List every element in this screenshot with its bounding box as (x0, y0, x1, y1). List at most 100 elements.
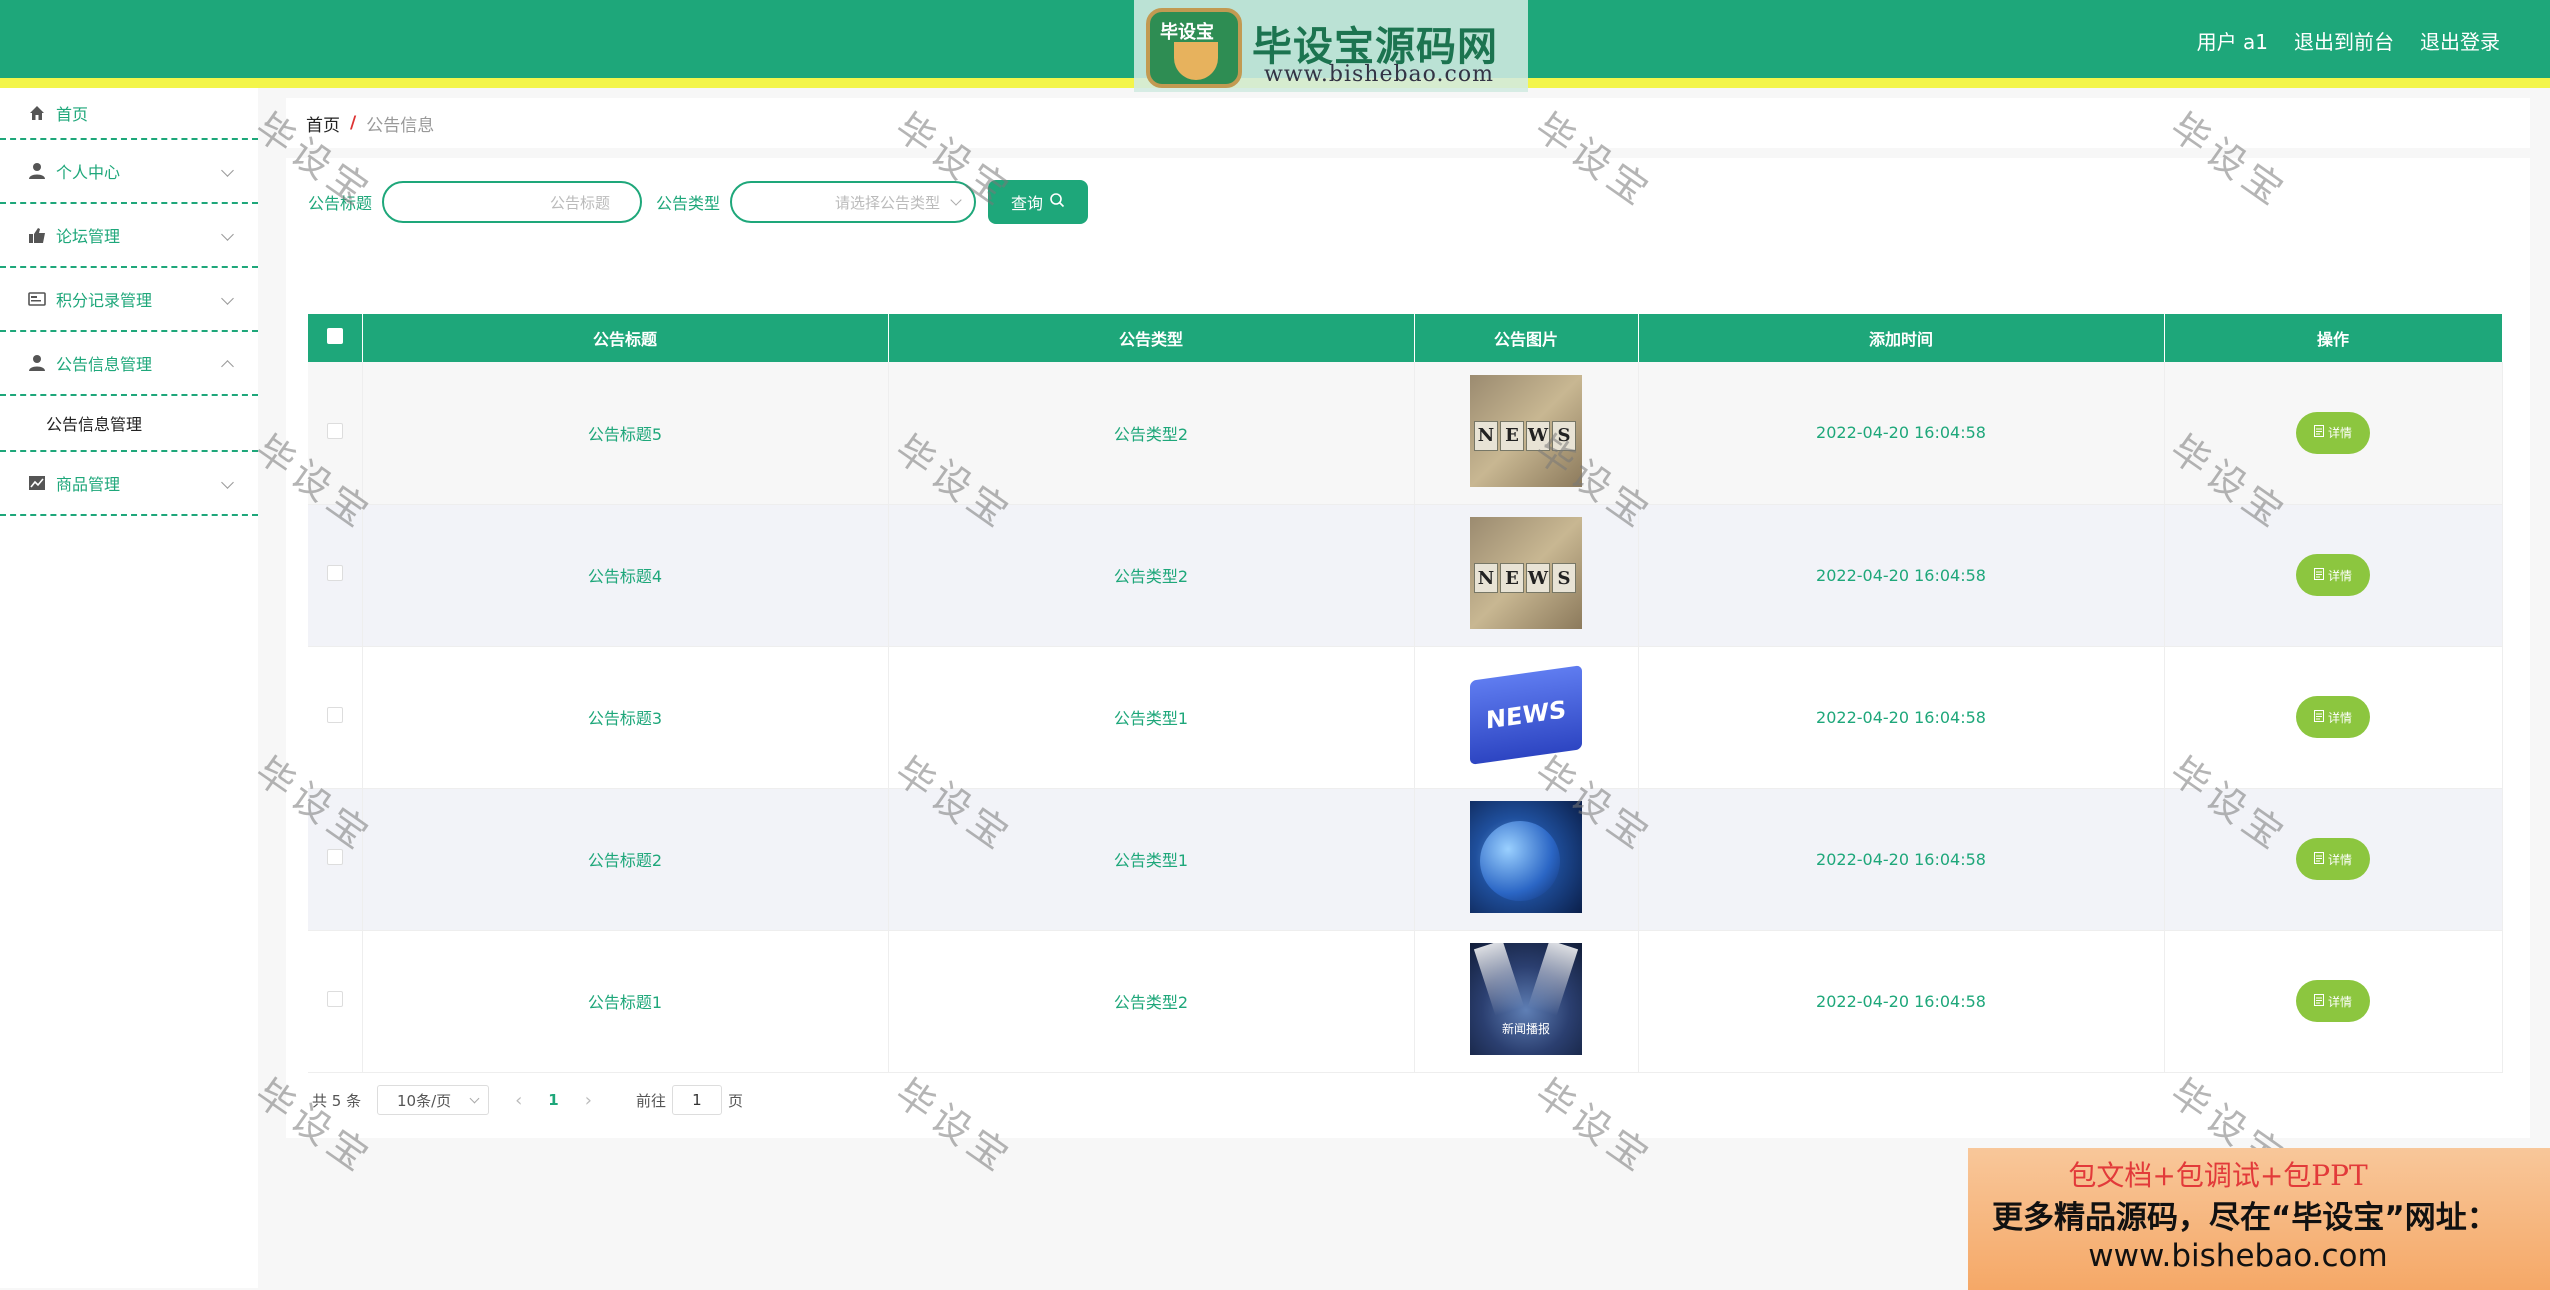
sidebar-item-products[interactable]: 商品管理 (0, 452, 258, 516)
query-button[interactable]: 查询 (988, 180, 1089, 224)
title-search-input[interactable]: 公告标题 (382, 181, 643, 223)
sidebar-item-label: 商品管理 (56, 475, 121, 494)
sidebar-item-label: 论坛管理 (56, 227, 121, 246)
column-header: 添加时间 (1638, 314, 2165, 362)
chart-icon (28, 474, 46, 492)
card-icon (28, 290, 46, 308)
page-size-select[interactable]: 10条/页 (377, 1085, 490, 1115)
type-cell: 公告类型2 (888, 930, 1415, 1073)
chevron-up-icon (221, 360, 234, 373)
document-icon (2313, 567, 2324, 583)
action-cell: 详情 (2164, 788, 2503, 931)
search-icon (1049, 192, 1065, 213)
chevron-down-icon (221, 164, 234, 177)
time-cell: 2022-04-20 16:04:58 (1638, 930, 2165, 1073)
detail-button-label: 详情 (2327, 994, 2352, 1009)
table-row: 公告标题3 公告类型1 NEWS 2022-04-20 16:04:58 详情 (308, 646, 2503, 789)
promo-line-2: 更多精品源码，尽在“毕设宝”网址： (1992, 1200, 2498, 1236)
page-number-current[interactable]: 1 (548, 1091, 558, 1109)
news-key-label: NEWS (1470, 665, 1582, 765)
promo-banner[interactable]: 包文档+包调试+包PPT 更多精品源码，尽在“毕设宝”网址： www.bishe… (1968, 1148, 2550, 1290)
sidebar-item-points-records[interactable]: 积分记录管理 (0, 268, 258, 332)
main-panel: 公告标题 公告标题 公告类型 请选择公告类型 查询 公告标题 公告类型 公告图片… (286, 158, 2530, 1138)
breadcrumb-separator: / (350, 113, 357, 133)
type-search-label: 公告类型 (656, 194, 721, 213)
type-cell: 公告类型1 (888, 646, 1415, 789)
column-header: 操作 (2164, 314, 2503, 362)
type-select[interactable]: 请选择公告类型 (730, 181, 977, 223)
chevron-down-icon (221, 228, 234, 241)
detail-button-label: 详情 (2327, 568, 2352, 583)
sidebar-subitem-announcement-management[interactable]: 公告信息管理 (0, 396, 258, 452)
row-checkbox[interactable] (326, 422, 343, 439)
detail-button[interactable]: 详情 (2296, 696, 2370, 738)
table-row: 公告标题4 公告类型2 N E W S 2022-04-20 16:04:58 (308, 504, 2503, 647)
title-search-label: 公告标题 (308, 194, 373, 213)
breadcrumb: 首页 / 公告信息 (286, 98, 2530, 148)
row-checkbox[interactable] (326, 565, 343, 581)
action-cell: 详情 (2164, 930, 2503, 1073)
type-cell: 公告类型2 (888, 504, 1415, 647)
cube-letter: W (1526, 563, 1550, 593)
row-checkbox[interactable] (326, 849, 343, 865)
document-icon (2313, 993, 2324, 1009)
time-cell: 2022-04-20 16:04:58 (1638, 788, 2165, 931)
document-icon (2313, 709, 2324, 725)
total-count: 共 5 条 (312, 1091, 362, 1110)
sidebar-item-announcements[interactable]: 公告信息管理 (0, 332, 258, 396)
breadcrumb-current: 公告信息 (366, 115, 435, 136)
sidebar-item-label: 积分记录管理 (56, 291, 153, 310)
image-cell: N E W S (1414, 362, 1639, 505)
to-front-link[interactable]: 退出到前台 (2294, 26, 2394, 55)
row-checkbox[interactable] (326, 991, 343, 1007)
select-all-checkbox[interactable] (326, 328, 343, 344)
breadcrumb-home[interactable]: 首页 (306, 111, 340, 136)
current-user-label[interactable]: 用户 a1 (2197, 26, 2268, 55)
news-image (1470, 801, 1582, 913)
promo-line-1: 包文档+包调试+包PPT (2068, 1159, 2368, 1192)
detail-button[interactable]: 详情 (2296, 411, 2370, 454)
forum-icon (28, 226, 46, 244)
news-image: NEWS (1470, 659, 1582, 771)
cube-letter: W (1526, 420, 1550, 451)
logout-link[interactable]: 退出登录 (2420, 26, 2500, 55)
action-cell: 详情 (2164, 646, 2503, 789)
detail-button[interactable]: 详情 (2296, 554, 2370, 596)
time-cell: 2022-04-20 16:04:58 (1638, 362, 2165, 505)
title-cell: 公告标题3 (362, 646, 889, 789)
detail-button-label: 详情 (2327, 710, 2352, 725)
chevron-down-icon (950, 194, 962, 206)
user-icon (28, 354, 46, 372)
next-page-button[interactable]: › (585, 1090, 592, 1111)
sidebar-item-label: 公告信息管理 (56, 355, 153, 374)
image-cell (1414, 788, 1639, 931)
select-all-cell (308, 314, 363, 362)
title-cell: 公告标题4 (362, 504, 889, 647)
brand-watermark-logo: 毕设宝 毕设宝源码网 www.bishebao.com (1134, 0, 1528, 92)
detail-button[interactable]: 详情 (2296, 980, 2370, 1022)
sidebar-item-forum[interactable]: 论坛管理 (0, 204, 258, 268)
detail-button[interactable]: 详情 (2296, 838, 2370, 880)
table-header-row: 公告标题 公告类型 公告图片 添加时间 操作 (308, 314, 2503, 362)
sidebar-item-label: 个人中心 (56, 163, 121, 182)
prev-page-button[interactable]: ‹ (515, 1090, 522, 1111)
sidebar: 首页 个人中心 论坛管理 积分记录管理 公告信息管理 公告信息管理 商品管理 (0, 88, 258, 1288)
goto-prefix: 前往 (635, 1091, 666, 1110)
column-header: 公告类型 (888, 314, 1415, 362)
image-cell: NEWS (1414, 646, 1639, 789)
sidebar-item-home[interactable]: 首页 (0, 88, 258, 140)
logo-icon: 毕设宝 (1146, 8, 1242, 88)
type-cell: 公告类型2 (888, 362, 1415, 505)
page-size-value: 10条/页 (397, 1091, 452, 1110)
home-icon (28, 104, 46, 122)
image-cell: 新闻播报 (1414, 930, 1639, 1073)
logo-cup-label: 毕设宝 (1160, 22, 1214, 43)
sidebar-item-personal-center[interactable]: 个人中心 (0, 140, 258, 204)
row-checkbox[interactable] (326, 707, 343, 723)
goto-page-input[interactable]: 1 (671, 1085, 722, 1115)
table-row: 公告标题5 公告类型2 N E W S 2022-04-20 16:04:58 (308, 362, 2503, 505)
pagination: 共 5 条 10条/页 ‹ 1 › 前往 1 页 (312, 1084, 743, 1116)
cube-letter: E (1500, 420, 1524, 451)
detail-button-label: 详情 (2327, 852, 2352, 867)
news-image: N E W S (1470, 517, 1582, 629)
